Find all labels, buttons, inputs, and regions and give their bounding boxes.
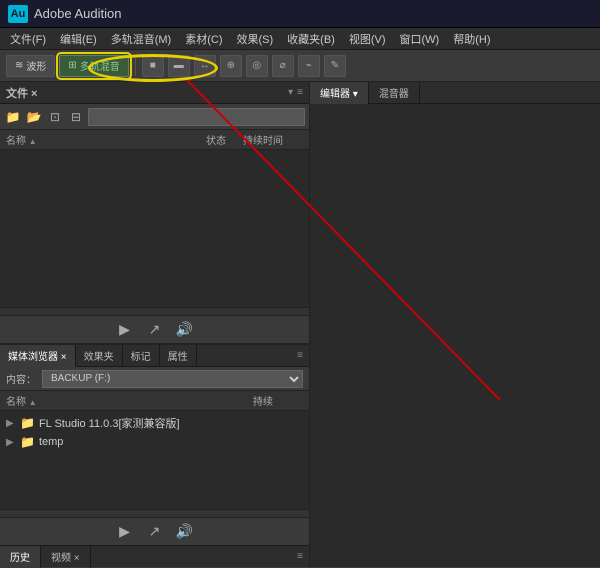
file-panel-menu[interactable]: ▾ xyxy=(288,87,293,98)
file-toolbar: 📁 📂 ⊡ ⊟ xyxy=(0,104,309,130)
media-sort-arrow: ▲ xyxy=(29,398,37,407)
list-item[interactable]: ▶ 📁 temp xyxy=(0,433,309,451)
col-name-header: 名称 ▲ xyxy=(6,132,189,147)
toolbar: ≋ 波形 ⊞ 多轨混音 ■ ▬ ↔ ⊕ ◎ ⌀ ⌁ ✎ xyxy=(0,50,600,82)
menu-favorites[interactable]: 收藏夹(B) xyxy=(281,29,341,49)
waveform-button[interactable]: ≋ 波形 xyxy=(6,55,55,77)
right-panel-tabs: 编辑器 ▾ 混音器 xyxy=(310,82,600,104)
audio-btn[interactable]: 🔊 xyxy=(174,319,196,341)
file-list-header: 名称 ▲ 状态 持续时间 xyxy=(0,130,309,150)
file-panel: 文件 × ▾ ≡ 📁 📂 ⊡ ⊟ 名称 ▲ 状态 持续时间 xyxy=(0,82,309,345)
menu-view[interactable]: 视图(V) xyxy=(343,29,392,49)
folder-icon-2: 📁 xyxy=(20,435,35,449)
play-btn[interactable]: ▶ xyxy=(114,319,136,341)
new-file-btn[interactable]: 📁 xyxy=(4,108,22,126)
right-panel-body xyxy=(310,104,600,567)
toolbar-icon-7[interactable]: ⌁ xyxy=(298,55,320,77)
media-panel: 媒体浏览器 × 效果夹 标记 属性 ≡ 内容： BACKUP (F:) 名称 ▲ xyxy=(0,345,309,545)
export-btn[interactable]: ↗ xyxy=(144,319,166,341)
media-list-header: 名称 ▲ 持续 xyxy=(0,391,309,411)
tab-media-browser[interactable]: 媒体浏览器 × xyxy=(0,345,76,367)
media-list-body: ▶ 📁 FL Studio 11.0.3[家测兼容版] ▶ 📁 temp xyxy=(0,411,309,509)
toolbar-icon-4[interactable]: ⊕ xyxy=(220,55,242,77)
file-scrollbar-h[interactable] xyxy=(0,307,309,315)
content-select[interactable]: BACKUP (F:) xyxy=(42,370,303,388)
media-item-fl: FL Studio 11.0.3[家测兼容版] xyxy=(39,415,180,431)
media-tabs: 媒体浏览器 × 效果夹 标记 属性 ≡ xyxy=(0,345,309,367)
sort-arrow-name: ▲ xyxy=(29,137,37,146)
col-duration-header: 持续时间 xyxy=(243,132,303,147)
bottom-tab-menu[interactable]: ≡ xyxy=(297,551,309,562)
tab-markers[interactable]: 标记 xyxy=(123,345,160,367)
app-title: Adobe Audition xyxy=(34,6,121,21)
media-content-bar: 内容： BACKUP (F:) xyxy=(0,367,309,391)
tab-properties[interactable]: 属性 xyxy=(160,345,197,367)
menu-window[interactable]: 窗口(W) xyxy=(394,29,446,49)
toolbar-separator-1 xyxy=(135,56,136,76)
expand-icon-2[interactable]: ▶ xyxy=(6,437,16,448)
menu-multitrack[interactable]: 多轨混音(M) xyxy=(105,29,178,49)
waveform-label: 波形 xyxy=(26,58,46,73)
media-bottom-bar: ▶ ↗ 🔊 xyxy=(0,517,309,545)
file-panel-title: 文件 × xyxy=(6,85,37,101)
multitrack-button[interactable]: ⊞ 多轨混音 xyxy=(59,55,128,77)
file-tool-1[interactable]: ⊡ xyxy=(46,108,64,126)
multitrack-label: 多轨混音 xyxy=(80,58,120,73)
media-tab-controls: ≡ xyxy=(297,350,309,361)
tab-history[interactable]: 历史 xyxy=(0,546,41,568)
menu-edit[interactable]: 编辑(E) xyxy=(54,29,103,49)
media-export-btn[interactable]: ↗ xyxy=(144,521,166,543)
toolbar-icon-1[interactable]: ■ xyxy=(142,55,164,77)
file-panel-controls: ▾ ≡ xyxy=(288,87,303,98)
main-area: 文件 × ▾ ≡ 📁 📂 ⊡ ⊟ 名称 ▲ 状态 持续时间 xyxy=(0,82,600,567)
multitrack-icon: ⊞ xyxy=(68,60,76,71)
tab-video[interactable]: 视频 × xyxy=(41,546,91,568)
toolbar-icon-5[interactable]: ◎ xyxy=(246,55,268,77)
folder-icon-1: 📁 xyxy=(20,416,35,430)
left-panel: 文件 × ▾ ≡ 📁 📂 ⊡ ⊟ 名称 ▲ 状态 持续时间 xyxy=(0,82,310,567)
bottom-tabs: 历史 视频 × ≡ xyxy=(0,545,309,567)
media-col-name: 名称 ▲ xyxy=(6,393,253,408)
list-item[interactable]: ▶ 📁 FL Studio 11.0.3[家测兼容版] xyxy=(0,413,309,433)
menu-clip[interactable]: 素材(C) xyxy=(179,29,228,49)
file-panel-header: 文件 × ▾ ≡ xyxy=(0,82,309,104)
menu-effects[interactable]: 效果(S) xyxy=(231,29,280,49)
file-list-body xyxy=(0,150,309,307)
au-logo: Au xyxy=(8,5,28,23)
file-tool-2[interactable]: ⊟ xyxy=(67,108,85,126)
toolbar-icon-8[interactable]: ✎ xyxy=(324,55,346,77)
file-panel-pin[interactable]: ≡ xyxy=(297,87,303,98)
file-bottom-bar: ▶ ↗ 🔊 xyxy=(0,315,309,343)
title-bar: Au Adobe Audition xyxy=(0,0,600,28)
expand-icon-1[interactable]: ▶ xyxy=(6,418,16,429)
menu-help[interactable]: 帮助(H) xyxy=(447,29,496,49)
menu-file[interactable]: 文件(F) xyxy=(4,29,52,49)
tab-editor[interactable]: 编辑器 ▾ xyxy=(310,82,369,104)
toolbar-icon-3[interactable]: ↔ xyxy=(194,55,216,77)
content-label: 内容： xyxy=(6,371,36,386)
media-item-temp: temp xyxy=(39,436,63,448)
open-file-btn[interactable]: 📂 xyxy=(25,108,43,126)
col-status-header: 状态 xyxy=(191,132,241,147)
toolbar-icon-6[interactable]: ⌀ xyxy=(272,55,294,77)
media-menu[interactable]: ≡ xyxy=(297,350,303,361)
media-play-btn[interactable]: ▶ xyxy=(114,521,136,543)
media-scrollbar-h[interactable] xyxy=(0,509,309,517)
waveform-icon: ≋ xyxy=(15,60,23,71)
menu-bar: 文件(F) 编辑(E) 多轨混音(M) 素材(C) 效果(S) 收藏夹(B) 视… xyxy=(0,28,600,50)
media-audio-btn[interactable]: 🔊 xyxy=(174,521,196,543)
file-search-input[interactable] xyxy=(88,108,305,126)
right-panel: 编辑器 ▾ 混音器 xyxy=(310,82,600,567)
tab-mixer[interactable]: 混音器 xyxy=(369,82,420,104)
media-col-dur: 持续 xyxy=(253,393,303,408)
toolbar-icon-2[interactable]: ▬ xyxy=(168,55,190,77)
tab-effects[interactable]: 效果夹 xyxy=(76,345,123,367)
